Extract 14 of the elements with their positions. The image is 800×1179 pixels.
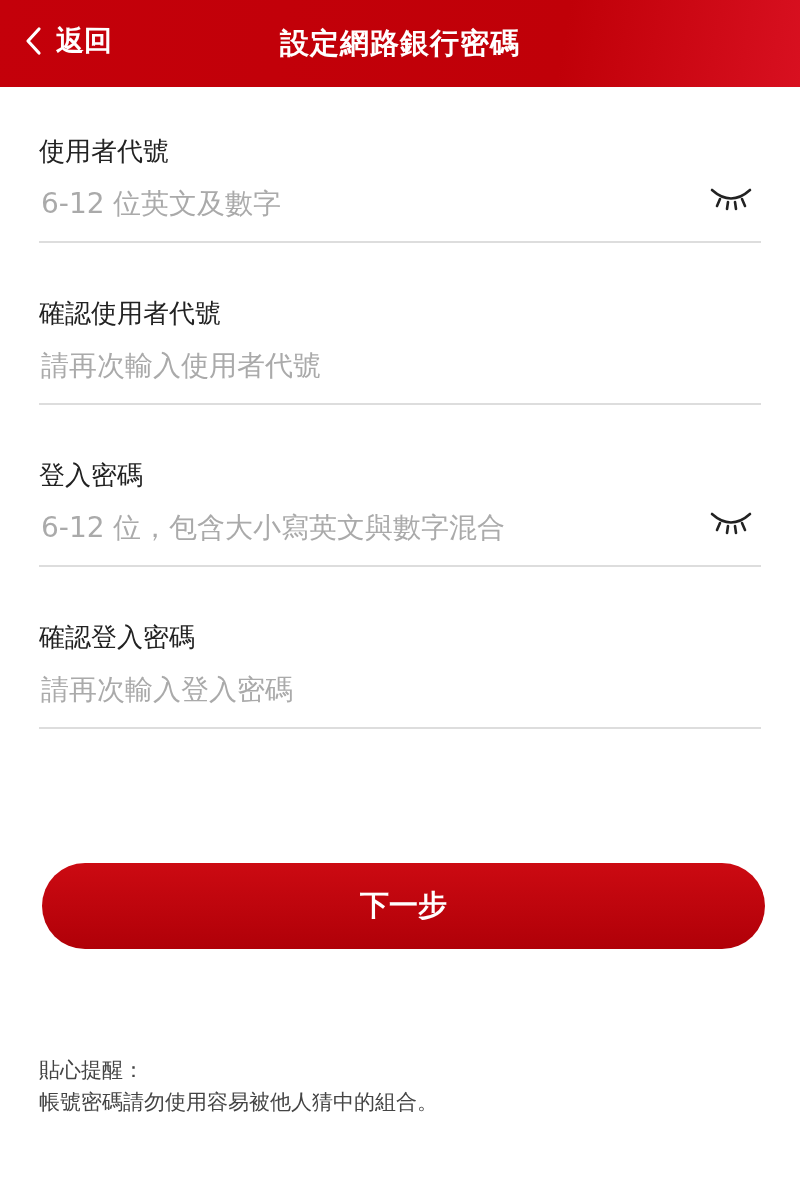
input-field[interactable]: 6-12 位，包含大小寫英文與數字混合 bbox=[39, 509, 709, 545]
input-field[interactable]: 請再次輸入使用者代號 bbox=[39, 347, 761, 383]
reminder-text: 貼心提醒： bbox=[39, 1057, 145, 1083]
field-label: 登入密碼 bbox=[39, 459, 144, 492]
field-label: 確認使用者代號 bbox=[39, 297, 222, 330]
field-label: 確認登入密碼 bbox=[39, 621, 196, 654]
back-button[interactable]: 返回 bbox=[24, 18, 112, 64]
page-title: 設定網路銀行密碼 bbox=[280, 24, 520, 62]
back-chevron-icon bbox=[24, 26, 42, 56]
input-field[interactable]: 6-12 位英文及數字 bbox=[39, 185, 709, 221]
field-label: 使用者代號 bbox=[39, 135, 170, 168]
input-field[interactable]: 請再次輸入登入密碼 bbox=[39, 671, 761, 707]
next-step-button[interactable]: 下一步 bbox=[42, 863, 765, 949]
reminder-text: 帳號密碼請勿使用容易被他人猜中的組合。 bbox=[39, 1089, 439, 1115]
